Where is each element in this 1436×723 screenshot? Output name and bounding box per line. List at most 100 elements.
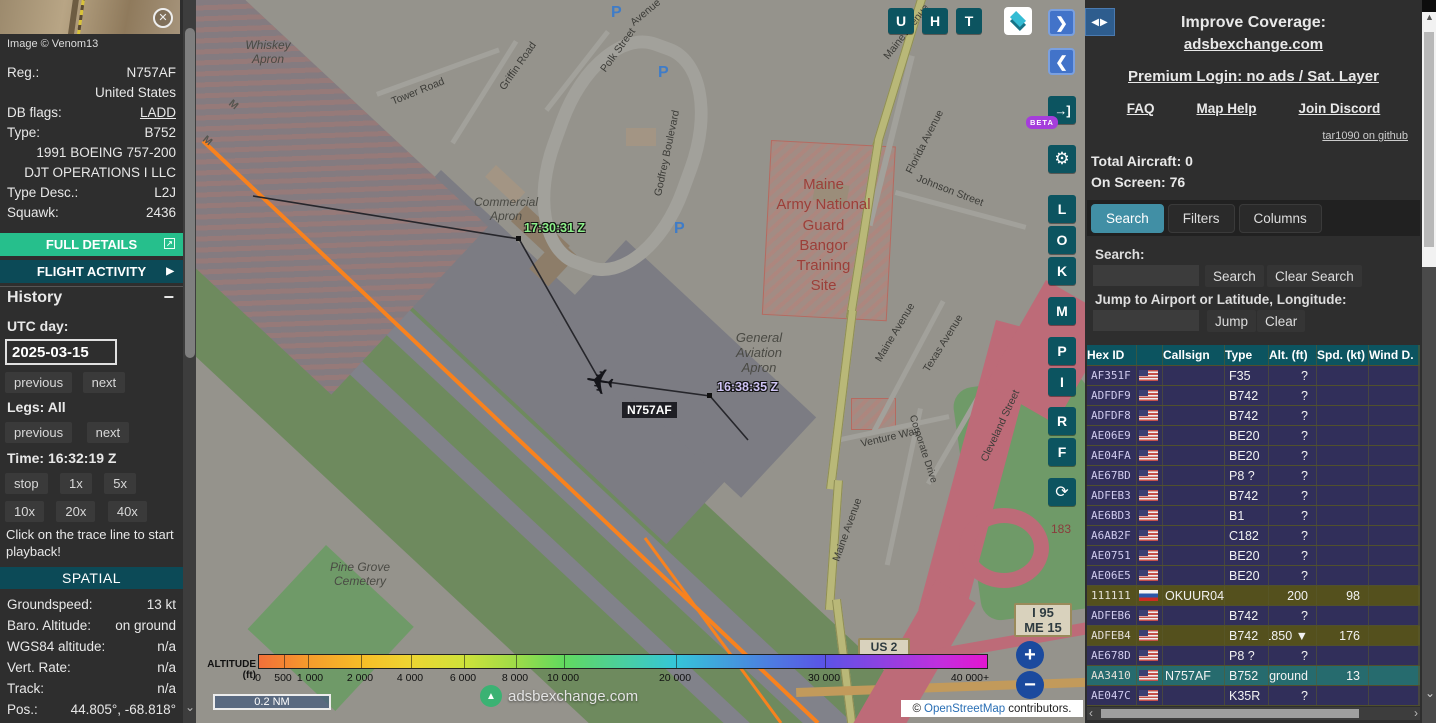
search-button[interactable]: Search <box>1205 265 1264 287</box>
tar1090-github-link[interactable]: tar1090 on github <box>1322 130 1408 142</box>
zoom-out-button[interactable]: − <box>1016 671 1044 699</box>
leg-previous-button[interactable]: previous <box>5 422 72 443</box>
map-button-o[interactable]: O <box>1048 226 1076 254</box>
jump-input[interactable] <box>1093 310 1199 331</box>
playback-40x-button[interactable]: 40x <box>108 501 147 522</box>
scroll-down-icon[interactable]: ⌄ <box>185 700 195 714</box>
table-row[interactable]: ADFDF8B742? <box>1087 406 1420 426</box>
tab-search[interactable]: Search <box>1091 204 1164 233</box>
legs-label: Legs: All <box>7 399 66 415</box>
table-row[interactable]: AF351FF35? <box>1087 366 1420 386</box>
table-row[interactable]: AE047CK35R? <box>1087 686 1420 706</box>
table-row[interactable]: AE06E9BE20? <box>1087 426 1420 446</box>
map-button-p[interactable]: P <box>1048 337 1076 365</box>
layers-button[interactable] <box>1004 7 1032 35</box>
chevron-right-icon: ▶ <box>166 266 174 277</box>
page-scrollbar[interactable]: ▲ ⌄ <box>1422 0 1436 723</box>
table-row[interactable]: ADFEB6B742? <box>1087 606 1420 626</box>
scroll-left-icon[interactable]: ‹ <box>1089 706 1093 720</box>
replay-button[interactable]: ⟳ <box>1048 478 1076 506</box>
playback-5x-button[interactable]: 5x <box>104 473 136 494</box>
day-previous-button[interactable]: previous <box>5 372 72 393</box>
vert-rate-label: Vert. Rate: <box>7 660 71 675</box>
clear-jump-button[interactable]: Clear <box>1257 310 1305 332</box>
table-row[interactable]: AE678DP8 ?? <box>1087 646 1420 666</box>
utc-day-input[interactable] <box>5 339 117 365</box>
table-row[interactable]: AE67BDP8 ?? <box>1087 466 1420 486</box>
scrollbar-thumb[interactable] <box>1101 709 1359 718</box>
on-screen-count: On Screen: 76 <box>1091 174 1185 190</box>
close-icon[interactable]: ✕ <box>153 8 173 28</box>
map-button-r[interactable]: R <box>1048 407 1076 435</box>
panel-collapse-left-button[interactable]: ❮ <box>1048 48 1075 75</box>
map-button-h[interactable]: H <box>922 8 948 34</box>
map-label: Commercial Apron <box>461 195 551 223</box>
scroll-right-icon[interactable]: › <box>1414 706 1418 720</box>
table-row[interactable]: ADFEB4B7421850 ▼176 <box>1087 626 1420 646</box>
flight-activity-button[interactable]: FLIGHT ACTIVITY ▶ <box>0 260 183 283</box>
map-help-link[interactable]: Map Help <box>1196 101 1256 116</box>
tab-filters[interactable]: Filters <box>1168 204 1235 233</box>
map-button-f[interactable]: F <box>1048 438 1076 466</box>
left-panel-scrollbar[interactable]: ⌄ <box>183 0 196 723</box>
dbflags-link[interactable]: LADD <box>140 105 176 120</box>
groundspeed-label: Groundspeed: <box>7 597 93 612</box>
table-header-row[interactable]: Hex ID CallsignType Alt. (ft)Spd. (kt) W… <box>1087 345 1420 366</box>
aircraft-callsign-label[interactable]: N757AF <box>622 402 677 418</box>
search-input[interactable] <box>1093 265 1199 286</box>
us-flag-icon <box>1139 450 1158 461</box>
premium-login-link[interactable]: Premium Login: no ads / Sat. Layer <box>1085 68 1422 85</box>
playback-10x-button[interactable]: 10x <box>5 501 44 522</box>
map-button-k[interactable]: K <box>1048 257 1076 285</box>
map-button-i[interactable]: I <box>1048 368 1076 396</box>
collapse-icon[interactable]: − <box>163 287 174 308</box>
type-value: B752 <box>144 125 176 140</box>
us-flag-icon <box>1139 550 1158 561</box>
table-row[interactable]: ADFDF9B742? <box>1087 386 1420 406</box>
scrollbar-thumb[interactable] <box>185 28 195 358</box>
scroll-up-icon[interactable]: ▲ <box>1425 12 1434 22</box>
scrollbar-thumb[interactable] <box>1424 32 1434 247</box>
tab-columns[interactable]: Columns <box>1239 204 1322 233</box>
playback-20x-button[interactable]: 20x <box>56 501 95 522</box>
table-row-selected[interactable]: AA3410N757AFB752ground13 <box>1087 666 1420 686</box>
clear-search-button[interactable]: Clear Search <box>1267 265 1362 287</box>
playback-stop-button[interactable]: stop <box>5 473 48 494</box>
table-row[interactable]: AE06E5BE20? <box>1087 566 1420 586</box>
legend-tick: 20 000 <box>659 672 691 684</box>
aircraft-icon[interactable]: ✈ <box>575 355 626 406</box>
table-row[interactable]: ADFEB3B742? <box>1087 486 1420 506</box>
table-row[interactable]: 111111OKUUR0420098 <box>1087 586 1420 606</box>
reg-value: N757AF <box>126 65 176 80</box>
spatial-section-header[interactable]: SPATIAL <box>0 567 183 589</box>
map-button-m[interactable]: M <box>1048 297 1076 325</box>
zoom-in-button[interactable]: + <box>1016 641 1044 669</box>
jump-button[interactable]: Jump <box>1207 310 1256 332</box>
day-next-button[interactable]: next <box>83 372 126 393</box>
join-discord-link[interactable]: Join Discord <box>1299 101 1381 116</box>
settings-gear-button[interactable]: ⚙ <box>1048 145 1076 173</box>
map-button-u[interactable]: U <box>888 8 914 34</box>
table-row[interactable]: A6AB2FC182? <box>1087 526 1420 546</box>
openstreetmap-link[interactable]: OpenStreetMap <box>924 703 1005 715</box>
scroll-down-icon[interactable]: ⌄ <box>1425 686 1435 700</box>
leg-next-button[interactable]: next <box>87 422 130 443</box>
table-row[interactable]: AE6BD3B1? <box>1087 506 1420 526</box>
faq-link[interactable]: FAQ <box>1127 101 1155 116</box>
map-label: Pine Grove Cemetery <box>314 560 406 588</box>
playback-1x-button[interactable]: 1x <box>60 473 92 494</box>
map-button-l[interactable]: L <box>1048 195 1076 223</box>
altitude-trace-orange-2 <box>645 538 781 723</box>
table-row[interactable]: AE04FABE20? <box>1087 446 1420 466</box>
adsbexchange-link[interactable]: adsbexchange.com <box>1085 36 1422 53</box>
table-row[interactable]: AE0751BE20? <box>1087 546 1420 566</box>
flight-trace-layer[interactable] <box>196 0 1085 723</box>
legend-tick: 6 000 <box>450 672 476 684</box>
us-flag-icon <box>1139 530 1158 541</box>
full-details-button[interactable]: FULL DETAILS ↗ <box>0 233 183 256</box>
parking-icon: P <box>611 4 622 22</box>
panel-collapse-right-button[interactable]: ❯ <box>1048 9 1075 36</box>
map-canvas[interactable]: Whiskey Apron Tower Road Griffin Road Av… <box>196 0 1085 723</box>
map-button-t[interactable]: T <box>956 8 982 34</box>
table-horizontal-scrollbar[interactable]: ‹ › <box>1087 707 1420 720</box>
